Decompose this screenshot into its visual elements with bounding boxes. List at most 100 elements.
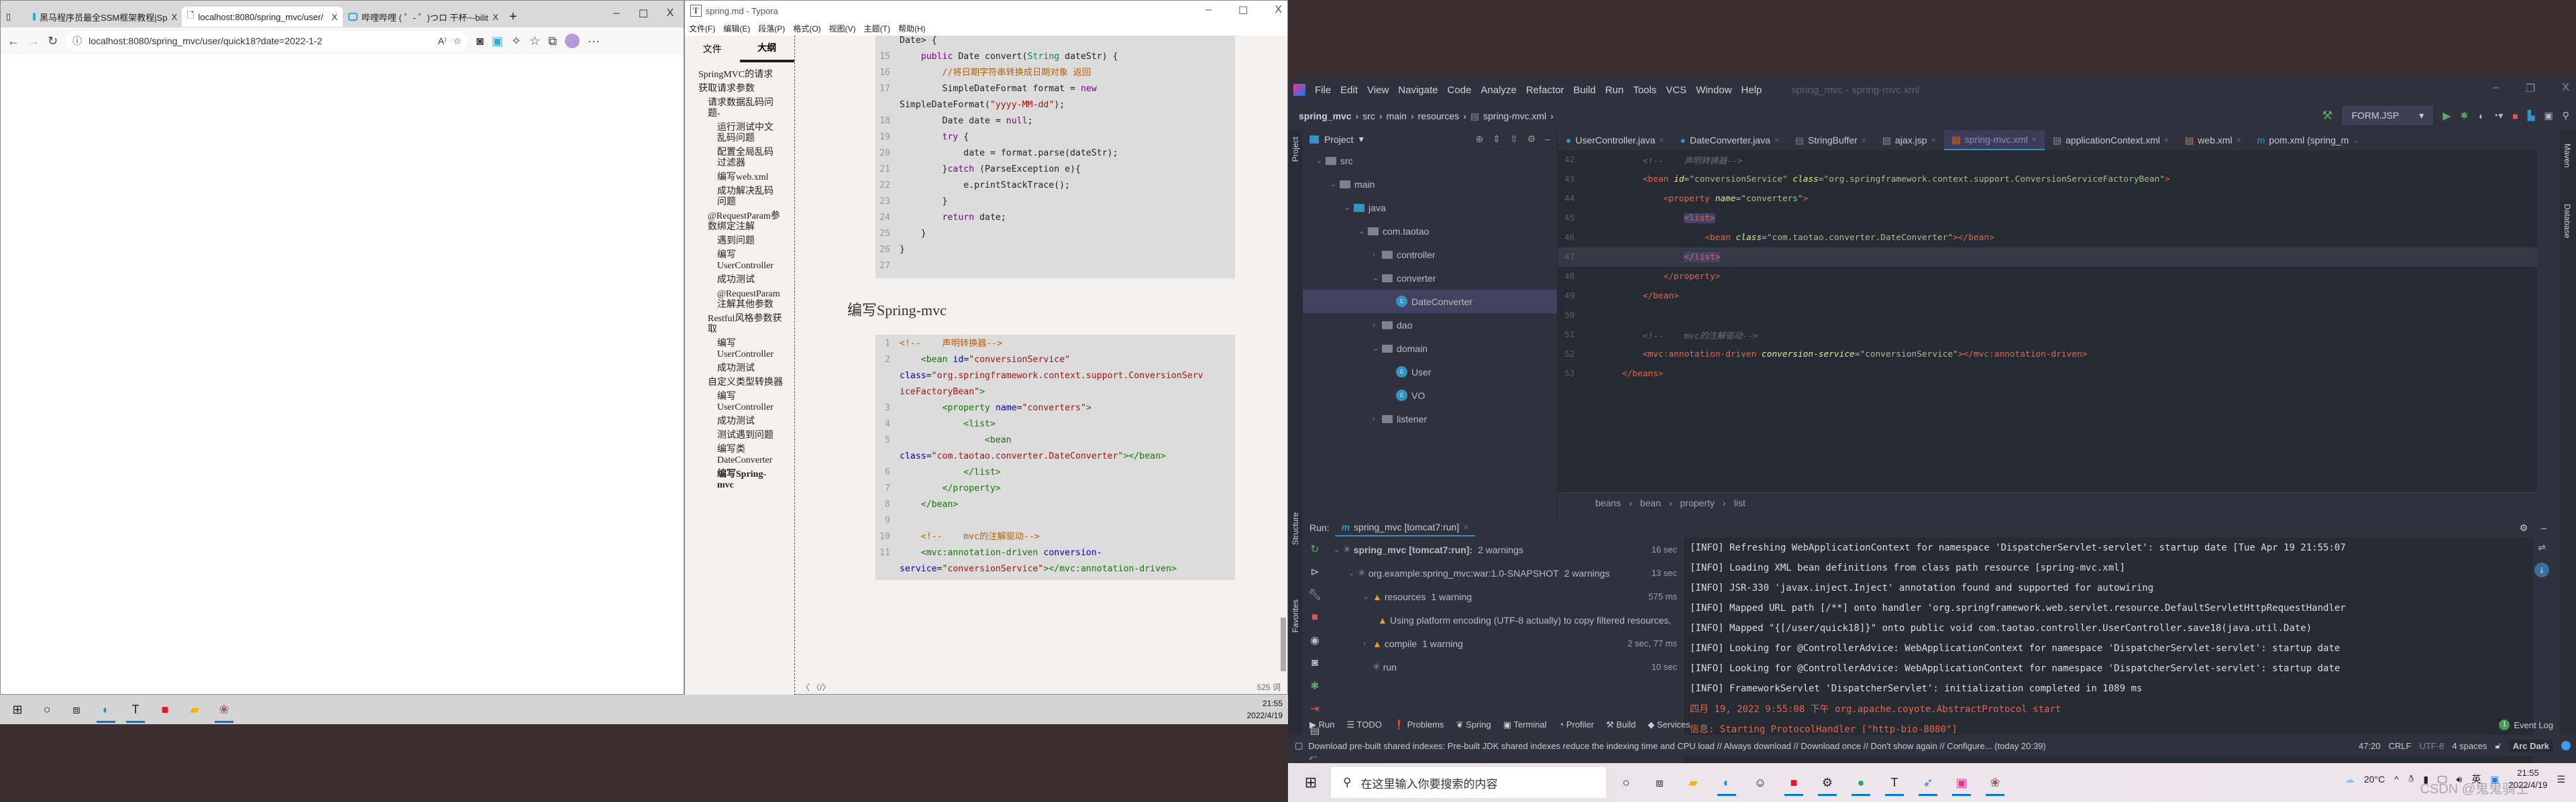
- collapse-all-icon[interactable]: ⇳: [1510, 133, 1518, 145]
- chevron-right-icon[interactable]: ›: [1363, 640, 1373, 648]
- menu-item[interactable]: Build: [1573, 84, 1595, 96]
- outline-item[interactable]: 自定义类型转换器: [685, 378, 786, 388]
- minimize-button[interactable]: –: [603, 7, 630, 21]
- hide-icon[interactable]: –: [1545, 133, 1550, 145]
- chevron-down-icon[interactable]: ▾: [1359, 133, 1364, 145]
- close-tab-icon[interactable]: ×: [2237, 135, 2241, 145]
- outline-item[interactable]: 获取请求参数: [685, 84, 794, 95]
- outline-item[interactable]: 成功解决乱码问题: [685, 186, 779, 208]
- clock[interactable]: 21:55 2022/4/19: [1247, 697, 1283, 722]
- outline-item[interactable]: 编写UserController: [685, 250, 779, 272]
- project-tool-tab[interactable]: Project: [1291, 137, 1300, 162]
- refresh-icon[interactable]: ↻: [48, 34, 58, 48]
- code-line[interactable]: 48 </property>: [1558, 267, 2537, 286]
- menu-item[interactable]: Refactor: [1526, 84, 1564, 96]
- minimize-button[interactable]: –: [2493, 82, 2499, 95]
- tree-node[interactable]: ⌄ src: [1303, 149, 1557, 172]
- lock-icon[interactable]: 🔓︎: [2495, 740, 2500, 751]
- editor-tab[interactable]: m pom.xml (spring_m ⌄: [2249, 130, 2368, 150]
- code-line[interactable]: 47 </list>: [1558, 247, 2537, 267]
- start-icon[interactable]: ⊞: [1297, 769, 1324, 796]
- chevron-down-icon[interactable]: ⌄: [1344, 203, 1354, 212]
- extensions-icon[interactable]: ✧: [511, 34, 521, 48]
- status-message[interactable]: Download pre-built shared indexes: Pre-b…: [1308, 741, 2045, 751]
- address-text[interactable]: localhost:8080/spring_mvc/user/quick18?d…: [89, 36, 322, 46]
- outline-item[interactable]: 编写UserController: [685, 339, 779, 360]
- wechat-icon[interactable]: ●: [1847, 769, 1874, 796]
- build-node[interactable]: ⌄ ✳ org.example:spring_mvc:war:1.0-SNAPSHO…: [1328, 561, 1682, 585]
- code-line[interactable]: 50: [1558, 306, 2537, 325]
- outline-item[interactable]: 测试遇到问题: [685, 431, 779, 441]
- stop-icon[interactable]: ■: [2512, 111, 2518, 121]
- menu-item[interactable]: Tools: [1633, 84, 1656, 96]
- menu-item[interactable]: 文件(F): [689, 23, 715, 34]
- notification-icon[interactable]: ☰: [2557, 774, 2565, 785]
- outline-item[interactable]: 成功测试: [685, 275, 779, 286]
- tool-tab-profiler[interactable]: ◔ Profiler: [1558, 720, 1594, 730]
- editor-tab[interactable]: ▤ spring-mvc.xml ×: [1943, 130, 2045, 150]
- search-icon[interactable]: ⚲: [2563, 110, 2569, 121]
- build-node[interactable]: › ▲ compile 1 warning 2 sec, 77 ms: [1328, 632, 1682, 655]
- breadcrumb-item[interactable]: resources: [1418, 111, 1459, 121]
- tree-node[interactable]: ⌄ main: [1303, 172, 1557, 196]
- forward-icon[interactable]: →: [28, 34, 40, 48]
- close-tab-icon[interactable]: X: [492, 12, 498, 22]
- menu-item[interactable]: 编辑(E): [723, 23, 750, 34]
- close-button[interactable]: X: [1275, 4, 1282, 17]
- browser-tab[interactable]: 哔哩哔哩 ( ゜- ゜)つロ 干杯~-bilit X: [343, 7, 504, 27]
- indent-setting[interactable]: 4 spaces: [2452, 741, 2487, 751]
- outline-item[interactable]: 运行测试中文乱码问题: [685, 123, 779, 144]
- gear-icon[interactable]: ⚙: [1527, 133, 1536, 145]
- collections-icon[interactable]: ⧉: [548, 34, 557, 48]
- outline-item[interactable]: @RequestParam注解其他参数: [685, 289, 780, 310]
- weather-icon[interactable]: ☁: [2345, 774, 2355, 785]
- editor-tab[interactable]: ▤ applicationContext.xml ×: [2045, 130, 2177, 150]
- debug-attach-icon[interactable]: ✱: [1303, 675, 1327, 697]
- profile-icon[interactable]: ◔▾: [2493, 110, 2503, 121]
- close-tab-icon[interactable]: X: [331, 12, 337, 22]
- outline-item[interactable]: 编写类DateConverter: [685, 445, 779, 466]
- read-aloud-icon[interactable]: A⁾: [438, 36, 447, 47]
- tree-node[interactable]: › dao: [1303, 313, 1557, 337]
- app-icon[interactable]: ☺: [1747, 769, 1774, 796]
- tree-node[interactable]: ⌄ domain: [1303, 337, 1557, 360]
- code-line[interactable]: 49 </bean>: [1558, 286, 2537, 306]
- outline-item[interactable]: 成功测试: [685, 363, 779, 374]
- tool-tab-build[interactable]: ⚒ Build: [1606, 720, 1635, 730]
- tool-tab-services[interactable]: ◆ Services: [1648, 720, 1690, 730]
- chevron-down-icon[interactable]: ⌄: [1348, 569, 1358, 577]
- intellij-icon[interactable]: ▣: [1948, 769, 1975, 796]
- chevron-down-icon[interactable]: ⌄: [1363, 592, 1373, 601]
- feishu-icon[interactable]: ➶: [1915, 769, 1941, 796]
- code-line[interactable]: 53 </beans>: [1558, 364, 2537, 384]
- task-view-icon[interactable]: ⧈: [63, 696, 90, 723]
- outline-item[interactable]: 编写UserController: [685, 392, 779, 413]
- scrollbar[interactable]: [1281, 618, 1286, 671]
- tree-node[interactable]: c DateConverter: [1303, 290, 1557, 313]
- extension-icon[interactable]: ◙: [476, 34, 484, 48]
- edge-icon[interactable]: ◐: [1713, 769, 1740, 796]
- chevron-down-icon[interactable]: ⌄: [1373, 344, 1382, 353]
- tree-node[interactable]: ⌄ converter: [1303, 266, 1557, 290]
- menu-item[interactable]: Navigate: [1398, 84, 1438, 96]
- build-node[interactable]: ⌄ ▲ resources 1 warning 575 ms: [1328, 585, 1682, 608]
- close-tab-icon[interactable]: ×: [1774, 135, 1779, 145]
- xml-crumb[interactable]: property: [1680, 498, 1715, 508]
- status-toggle-icon[interactable]: ▢: [1295, 740, 1303, 751]
- tree-node[interactable]: ⌄ com.taotao: [1303, 219, 1557, 243]
- breadcrumb-item[interactable]: spring_mvc: [1299, 111, 1352, 121]
- terminal-window-icon[interactable]: ▣: [2544, 110, 2553, 121]
- qq-icon[interactable]: 🐧︎: [2408, 773, 2414, 786]
- menu-item[interactable]: Window: [1696, 84, 1731, 96]
- chevron-right-icon[interactable]: ›: [1373, 321, 1382, 329]
- close-tab-icon[interactable]: ×: [1862, 135, 1866, 145]
- editor-tab[interactable]: ▤ web.xml ×: [2177, 130, 2249, 150]
- camera-icon[interactable]: ◙: [1303, 652, 1327, 675]
- caret-position[interactable]: 47:20: [2359, 741, 2381, 751]
- browser-tab[interactable]: 黑马程序员最全SSM框架教程|Sp X: [28, 7, 182, 27]
- file-explorer-icon[interactable]: ▰: [1680, 769, 1707, 796]
- toggle-sidebar-icon[interactable]: 〈 〈/〉: [802, 681, 830, 693]
- menu-item[interactable]: File: [1315, 84, 1331, 96]
- youdao-icon[interactable]: ■: [152, 696, 178, 723]
- expand-all-icon[interactable]: ⇕: [1493, 133, 1501, 145]
